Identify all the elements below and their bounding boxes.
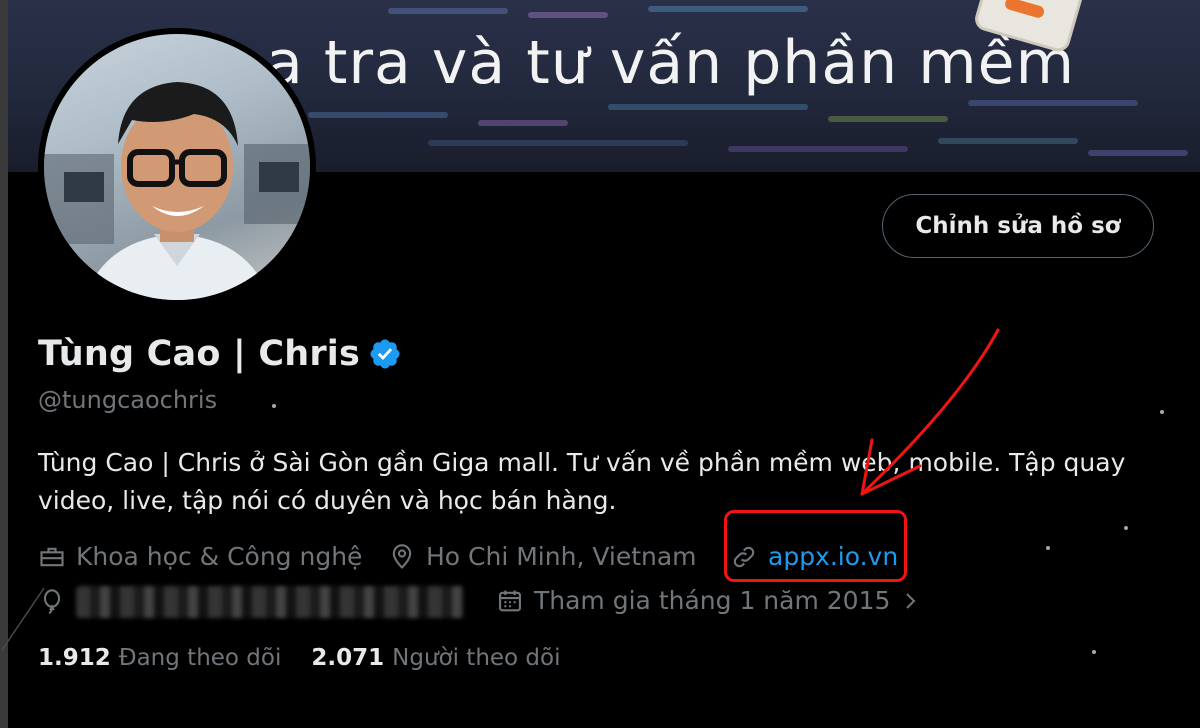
name-row: Tùng Cao | Chris [38,334,402,374]
window-edge [0,0,8,728]
bio: Tùng Cao | Chris ở Sài Gòn gần Giga mall… [38,448,1126,515]
briefcase-icon [40,547,64,566]
avatar-photo [44,34,310,300]
verified-badge-icon[interactable] [368,337,402,371]
sparkle [272,404,276,408]
display-name: Tùng Cao | Chris [38,334,361,374]
following-stat[interactable]: 1.912 Đang theo dõi [38,645,281,671]
sparkle [1046,546,1050,550]
birthday-redacted [76,586,464,618]
website-link[interactable]: appx.io.vn [768,542,898,571]
location-label: Ho Chi Minh, Vietnam [426,542,697,571]
sparkle [1124,526,1128,530]
location-pin-icon [392,543,412,569]
follow-stats: 1.912 Đang theo dõi 2.071 Người theo dõi [38,645,591,671]
followers-label: Người theo dõi [392,645,561,671]
join-date-item[interactable]: Tham gia tháng 1 năm 2015 [496,586,932,615]
category-label: Khoa học & Công nghệ [76,542,363,571]
avatar[interactable] [38,28,316,306]
website-item[interactable]: appx.io.vn [730,542,898,571]
sparkle [1092,650,1096,654]
location-item: Ho Chi Minh, Vietnam [388,542,697,571]
birthday-item [38,586,464,618]
avatar-portrait-icon [44,82,310,300]
link-icon [733,546,755,567]
banner-text: a tra và tư vấn phần mềm [266,28,1076,98]
followers-count: 2.071 [311,645,385,671]
join-date-label: Tham gia tháng 1 năm 2015 [534,586,891,615]
category-item: Khoa học & Công nghệ [38,542,362,571]
chevron-right-icon [906,592,916,609]
calendar-icon [499,590,521,611]
handle: @tungcaochris [38,386,218,414]
following-label: Đang theo dõi [118,645,282,671]
sparkle [1160,410,1164,414]
followers-stat[interactable]: 2.071 Người theo dõi [311,645,560,671]
edit-profile-button[interactable]: Chỉnh sửa hồ sơ [882,194,1154,258]
following-count: 1.912 [38,645,111,671]
balloon-icon [43,589,61,614]
